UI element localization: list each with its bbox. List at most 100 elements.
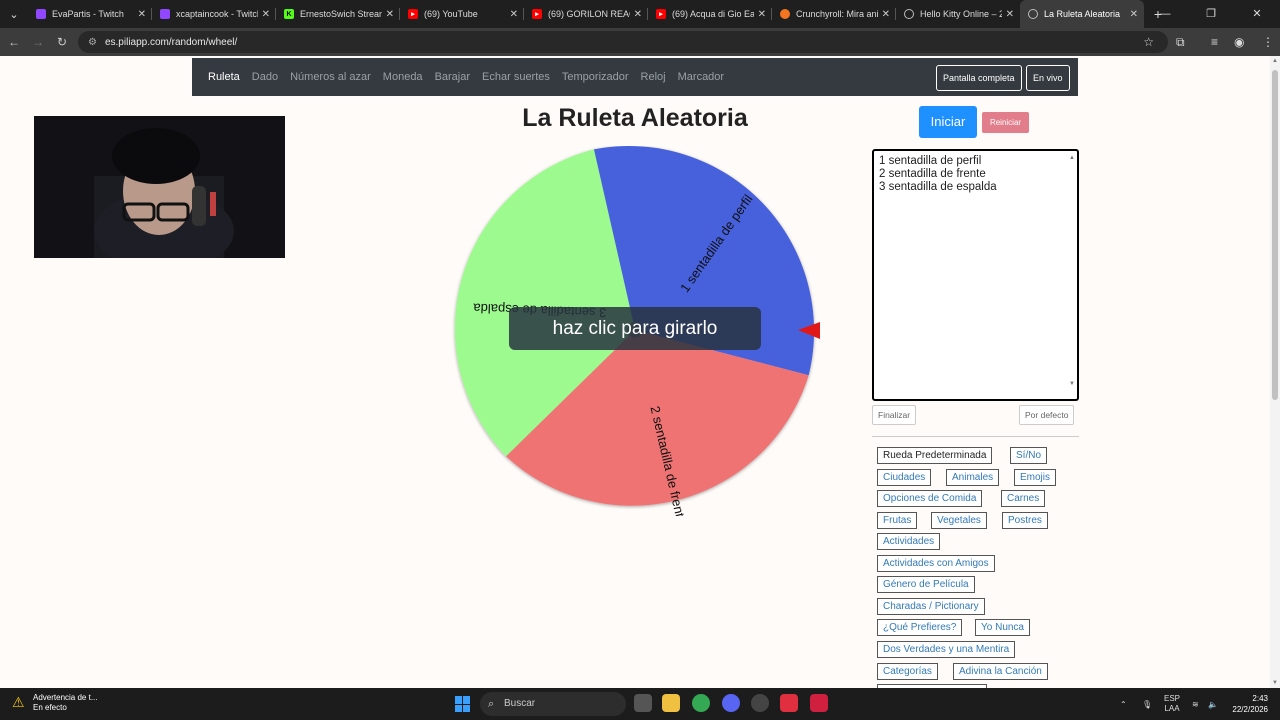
- spin-overlay[interactable]: haz clic para girarlo: [509, 307, 761, 350]
- volume-icon[interactable]: 🔈: [1208, 688, 1218, 720]
- nav-ruleta[interactable]: Ruleta: [208, 71, 240, 83]
- url-input[interactable]: ⚙ es.piliapp.com/random/wheel/ ☆: [78, 31, 1168, 53]
- start-button[interactable]: Iniciar: [919, 106, 977, 138]
- obs-icon[interactable]: [751, 694, 769, 712]
- maximize-button[interactable]: ❐: [1188, 0, 1234, 28]
- reload-icon[interactable]: ↻: [50, 35, 74, 49]
- scroll-up-icon[interactable]: ▲: [1069, 152, 1075, 165]
- webcam-image: [34, 116, 285, 258]
- preset-actividades[interactable]: Actividades: [877, 533, 941, 550]
- default-button[interactable]: Por defecto: [1019, 405, 1075, 425]
- bookmark-star-icon[interactable]: ☆: [1143, 35, 1154, 49]
- file-explorer-icon[interactable]: [662, 694, 680, 712]
- extensions-icon[interactable]: ⧉: [1176, 28, 1185, 56]
- tab[interactable]: ▸(69) GORILON REACC✕: [524, 0, 648, 28]
- close-tab-icon[interactable]: ✕: [634, 9, 642, 20]
- preset-charadas[interactable]: Charadas / Pictionary: [877, 598, 985, 615]
- discord-icon[interactable]: [722, 694, 740, 712]
- tab[interactable]: ▸ (69) Acqua di Gio Eau ✕: [648, 0, 772, 28]
- nav-echar-suertes[interactable]: Echar suertes: [482, 71, 550, 83]
- wifi-icon[interactable]: ≋: [1192, 688, 1199, 720]
- tab-search-button[interactable]: ⌄: [0, 0, 28, 28]
- close-window-button[interactable]: ✕: [1234, 0, 1280, 28]
- youtube-icon: ▸: [656, 9, 666, 19]
- nav-moneda[interactable]: Moneda: [383, 71, 423, 83]
- scroll-up-icon[interactable]: ▲: [1272, 58, 1278, 64]
- preset-ciudades[interactable]: Ciudades: [877, 469, 932, 486]
- preset-carnes[interactable]: Carnes: [1001, 490, 1046, 507]
- preset-rueda-predeterminada[interactable]: Rueda Predeterminada: [877, 447, 993, 464]
- options-textarea[interactable]: 1 sentadilla de perfil 2 sentadilla de f…: [872, 149, 1079, 401]
- page-scrollbar[interactable]: ▲ ▼: [1270, 56, 1280, 688]
- tab[interactable]: ▸ (69) YouTube ✕: [400, 0, 524, 28]
- scroll-down-icon[interactable]: ▼: [1069, 378, 1075, 391]
- preset-si-no[interactable]: Sí/No: [1010, 447, 1048, 464]
- close-tab-icon[interactable]: ✕: [1130, 9, 1138, 20]
- preset-vegetales[interactable]: Vegetales: [931, 512, 987, 529]
- preset-animales[interactable]: Animales: [946, 469, 1000, 486]
- preset-frutas[interactable]: Frutas: [877, 512, 918, 529]
- preset-opciones-comida[interactable]: Opciones de Comida: [877, 490, 983, 507]
- microphone-icon[interactable]: 🎙: [1142, 688, 1152, 720]
- close-tab-icon[interactable]: ✕: [386, 9, 394, 20]
- preset-actividades-amigos[interactable]: Actividades con Amigos: [877, 555, 995, 572]
- nav-dado[interactable]: Dado: [252, 71, 278, 83]
- tab[interactable]: Crunchyroll: Mira ani ✕: [772, 0, 896, 28]
- menu-dots-icon[interactable]: ⋮: [1262, 28, 1274, 56]
- tab-active[interactable]: La Ruleta Aleatoria ✕: [1020, 0, 1144, 28]
- close-tab-icon[interactable]: ✕: [1006, 9, 1014, 20]
- close-tab-icon[interactable]: ✕: [262, 9, 270, 20]
- taskbar: ⚠ Advertencia de t... En efecto ⌕ Buscar …: [0, 688, 1280, 720]
- windows-start-icon[interactable]: [455, 696, 471, 712]
- scroll-thumb[interactable]: [1272, 70, 1278, 400]
- media-icon[interactable]: ≡: [1211, 28, 1218, 56]
- nav-barajar[interactable]: Barajar: [435, 71, 470, 83]
- reset-button[interactable]: Reiniciar: [982, 112, 1029, 133]
- close-tab-icon[interactable]: ✕: [138, 9, 146, 20]
- chrome-icon[interactable]: [692, 694, 710, 712]
- preset-yo-nunca[interactable]: Yo Nunca: [975, 619, 1030, 636]
- profile-icon[interactable]: ◉: [1234, 28, 1244, 56]
- back-arrow-icon[interactable]: ←: [2, 35, 26, 49]
- close-tab-icon[interactable]: ✕: [758, 9, 766, 20]
- webcam-overlay: [34, 116, 285, 258]
- preset-adivina-cancion[interactable]: Adivina la Canción: [953, 663, 1048, 680]
- nav-marcador[interactable]: Marcador: [678, 71, 724, 83]
- tab[interactable]: xcaptaincook - Twitch ✕: [152, 0, 276, 28]
- window-controls: — ❐ ✕: [1142, 0, 1280, 28]
- fullscreen-button[interactable]: Pantalla completa: [936, 65, 1022, 91]
- option-line: 2 sentadilla de frente: [879, 168, 986, 180]
- scroll-down-icon[interactable]: ▼: [1272, 680, 1278, 686]
- tray-chevron-icon[interactable]: ⌃: [1120, 688, 1127, 720]
- valorant-icon[interactable]: [810, 694, 828, 712]
- option-line: 3 sentadilla de espalda: [879, 181, 997, 193]
- nav-reloj[interactable]: Reloj: [641, 71, 666, 83]
- forward-arrow-icon[interactable]: →: [26, 35, 50, 49]
- finalize-button[interactable]: Finalizar: [872, 405, 917, 425]
- close-tab-icon[interactable]: ✕: [510, 9, 518, 20]
- live-button[interactable]: En vivo: [1026, 65, 1070, 91]
- warning-icon: ⚠: [12, 694, 25, 710]
- minimize-button[interactable]: —: [1142, 0, 1188, 28]
- preset-genero-pelicula[interactable]: Género de Película: [877, 576, 975, 593]
- search-icon: ⌕: [488, 698, 495, 710]
- tab[interactable]: EvaPartis - Twitch ✕: [28, 0, 152, 28]
- preset-postres[interactable]: Postres: [1002, 512, 1048, 529]
- preset-que-prefieres[interactable]: ¿Qué Prefieres?: [877, 619, 963, 636]
- nav-temporizador[interactable]: Temporizador: [562, 71, 629, 83]
- tab[interactable]: K ErnestoSwich Stream ✕: [276, 0, 400, 28]
- close-tab-icon[interactable]: ✕: [882, 9, 890, 20]
- preset-categorias[interactable]: Categorías: [877, 663, 938, 680]
- app-icon[interactable]: [780, 694, 798, 712]
- taskbar-search[interactable]: ⌕ Buscar: [480, 692, 626, 716]
- task-view-icon[interactable]: [634, 694, 652, 712]
- clock[interactable]: 2:43 22/2/2026: [1232, 693, 1268, 715]
- nav-numeros[interactable]: Números al azar: [290, 71, 371, 83]
- preset-dos-verdades[interactable]: Dos Verdades y una Mentira: [877, 641, 1016, 658]
- tab[interactable]: Hello Kitty Online – 2 ✕: [896, 0, 1020, 28]
- site-info-icon[interactable]: ⚙: [88, 37, 97, 48]
- weather-widget[interactable]: Advertencia de t... En efecto: [33, 693, 97, 713]
- page: Ruleta Dado Números al azar Moneda Baraj…: [0, 56, 1270, 688]
- language-indicator[interactable]: ESP LAA: [1164, 688, 1180, 720]
- preset-emojis[interactable]: Emojis: [1014, 469, 1057, 486]
